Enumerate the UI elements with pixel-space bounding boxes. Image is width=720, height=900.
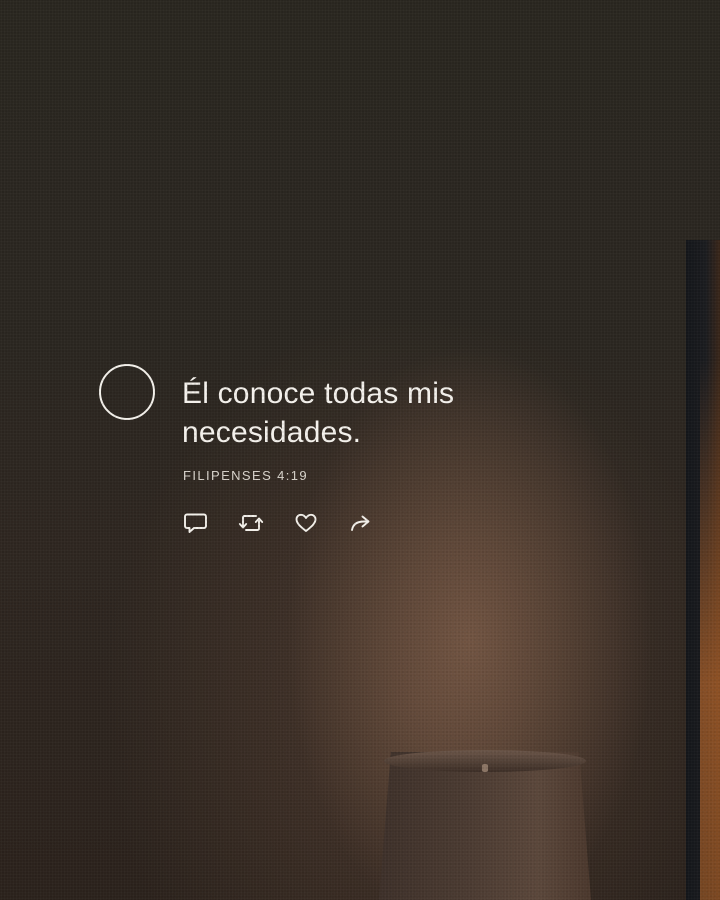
verse-text: Él conoce todas mis necesidades. xyxy=(182,377,455,449)
share-icon xyxy=(351,515,370,531)
comment-button[interactable] xyxy=(183,511,209,535)
avatar[interactable] xyxy=(99,364,155,420)
verse-reference: FILIPENSES 4:19 xyxy=(183,468,309,483)
lamp-shade xyxy=(378,752,592,900)
lamp-finial xyxy=(482,764,488,772)
share-button[interactable] xyxy=(348,511,374,535)
heart-icon xyxy=(295,513,317,532)
like-button[interactable] xyxy=(293,511,319,535)
repost-button[interactable] xyxy=(238,511,264,535)
comment-icon xyxy=(184,513,207,533)
repost-icon xyxy=(238,515,264,531)
photo-background: Él conoce todas mis necesidades. FILIPEN… xyxy=(0,0,720,900)
warm-light-glow xyxy=(700,360,720,900)
